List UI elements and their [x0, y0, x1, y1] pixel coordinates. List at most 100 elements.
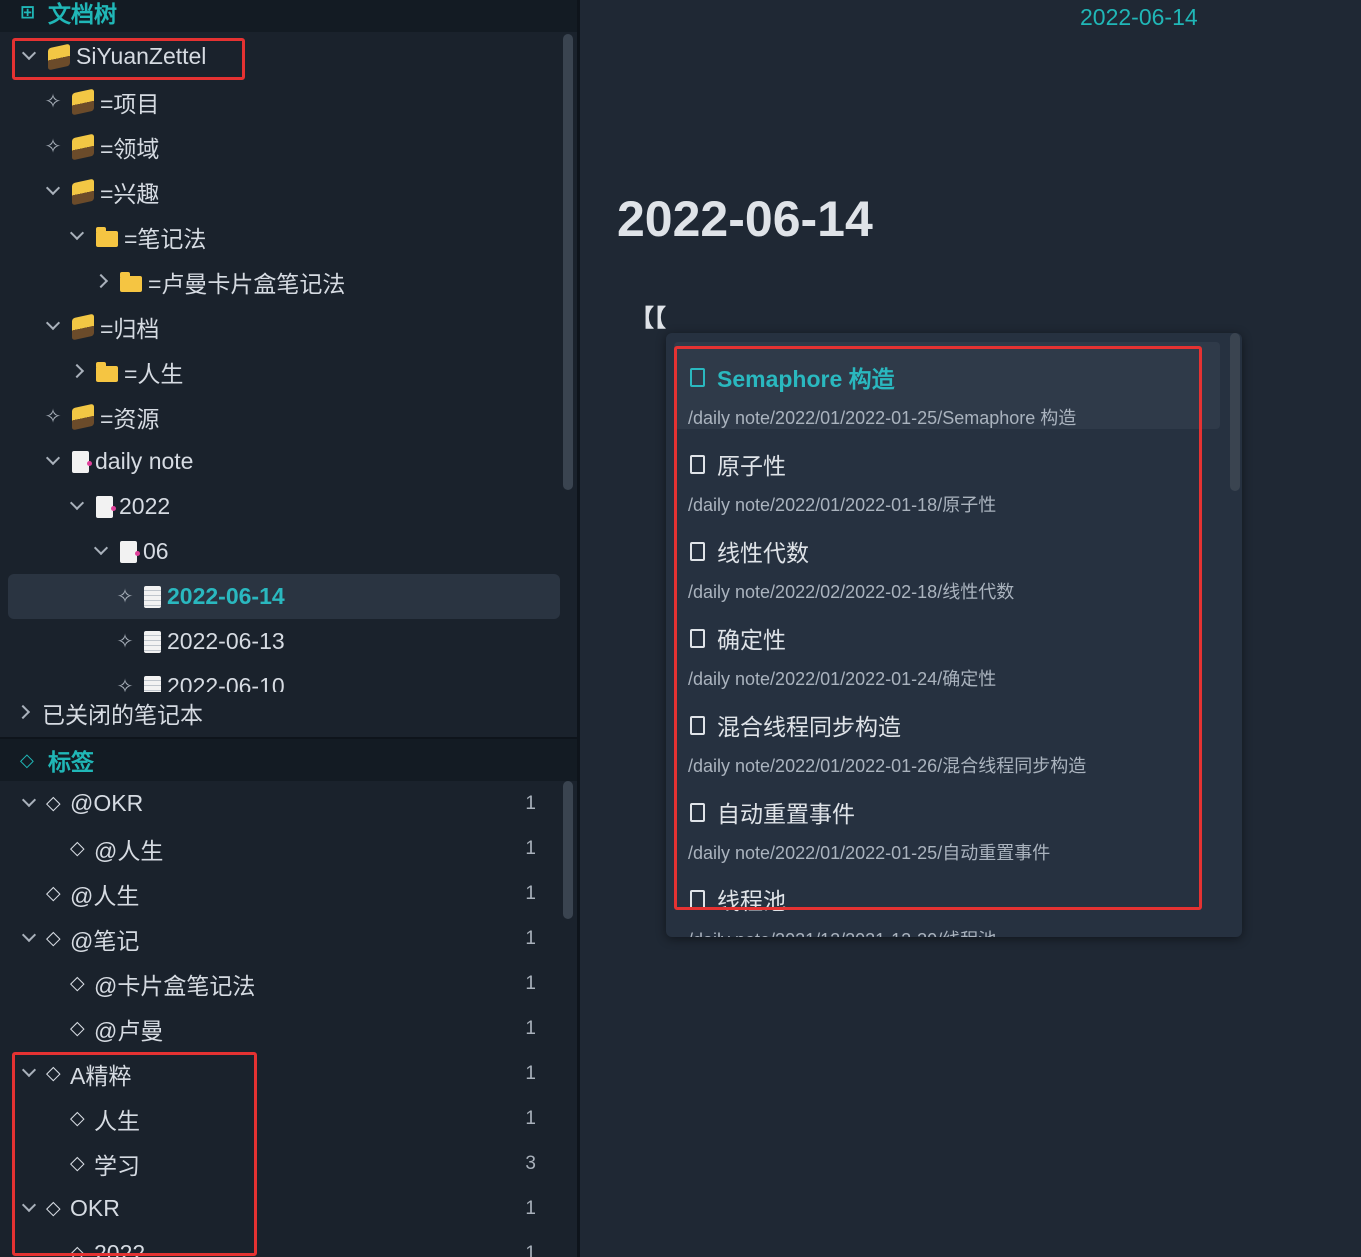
- chevron-down-icon[interactable]: [18, 795, 40, 813]
- tree-item[interactable]: 2022: [8, 484, 560, 529]
- file-icon: [690, 628, 705, 648]
- chevron-right-icon[interactable]: [90, 273, 112, 291]
- hint-item-title: Semaphore 构造: [690, 360, 895, 394]
- tag-label: @卡片盒笔记法: [94, 972, 256, 999]
- chevron-down-icon[interactable]: [42, 318, 64, 336]
- tag-icon: ◇: [20, 749, 34, 770]
- tag-icon: ◇: [46, 928, 61, 949]
- notebook-icon: [72, 88, 94, 115]
- chevron-down-icon[interactable]: [18, 1200, 40, 1218]
- tag-item[interactable]: ◇ A精粹 1: [8, 1051, 560, 1096]
- hint-item-path: /daily note/2022/01/2022-01-24/确定性: [688, 669, 997, 689]
- chevron-down-icon[interactable]: [90, 543, 112, 561]
- chevron-down-icon[interactable]: [18, 930, 40, 948]
- tag-label: @卢曼: [94, 1017, 164, 1044]
- tree-item-label: =笔记法: [124, 225, 207, 252]
- tree-item[interactable]: =人生: [8, 349, 560, 394]
- tree-item[interactable]: =归档: [8, 304, 560, 349]
- doctree-header[interactable]: ⊞ 文档树: [0, 0, 577, 32]
- tag-count: 1: [525, 792, 536, 814]
- sparkle-icon[interactable]: [42, 404, 64, 429]
- tag-tree: ◇ @OKR 1 ◇ @人生 1 ◇ @人生 1 ◇ @笔记 1 ◇ @卡片盒笔记法 1 ◇ @卢曼 1 ◇ A精粹 1…: [8, 781, 560, 1257]
- closed-notebooks-toggle[interactable]: 已关闭的笔记本: [12, 692, 564, 734]
- chevron-down-icon[interactable]: [42, 453, 64, 471]
- tags-scrollbar[interactable]: [563, 781, 573, 919]
- sidebar: ⊞ 文档树 SiYuanZettel =项目 =领域 =兴趣 =笔记法 =卢曼卡片盒笔记法…: [0, 0, 577, 1257]
- chevron-down-icon[interactable]: [18, 48, 40, 66]
- document-icon: [96, 495, 116, 518]
- tag-item[interactable]: ◇ @卡片盒笔记法 1: [8, 961, 560, 1006]
- hint-item[interactable]: 混合线程同步构造/daily note/2022/01/2022-01-26/混…: [674, 690, 1220, 777]
- hint-item[interactable]: 原子性/daily note/2022/01/2022-01-18/原子性: [674, 429, 1220, 516]
- tree-item-label: daily note: [95, 448, 194, 474]
- sparkle-icon[interactable]: [42, 134, 64, 159]
- tree-item[interactable]: 2022-06-13: [8, 619, 560, 664]
- notebook-icon: [72, 313, 94, 340]
- tag-item[interactable]: ◇ @人生 1: [8, 871, 560, 916]
- tree-item[interactable]: =兴趣: [8, 169, 560, 214]
- document-title[interactable]: 2022-06-14: [617, 190, 873, 248]
- hint-item-title: 确定性: [690, 621, 786, 655]
- editor-input-text[interactable]: 【【: [630, 298, 666, 333]
- chevron-down-icon[interactable]: [66, 228, 88, 246]
- tag-item[interactable]: ◇ @笔记 1: [8, 916, 560, 961]
- tree-item-label: 2022-06-10: [167, 673, 285, 692]
- tree-item[interactable]: SiYuanZettel: [8, 34, 560, 79]
- document-icon: [120, 540, 140, 563]
- hint-item[interactable]: 线程池/daily note/2021/12/2021-12-30/线程池: [674, 864, 1220, 937]
- tag-item[interactable]: ◇ 2022 1: [8, 1231, 560, 1257]
- tree-item[interactable]: 06: [8, 529, 560, 574]
- file-icon: [690, 715, 705, 735]
- tag-label: 2022: [94, 1240, 146, 1257]
- hint-item[interactable]: Semaphore 构造/daily note/2022/01/2022-01-…: [674, 342, 1220, 429]
- tag-icon: ◇: [70, 973, 85, 994]
- chevron-right-icon[interactable]: [66, 363, 88, 381]
- chevron-down-icon[interactable]: [18, 1065, 40, 1083]
- page-icon: [144, 630, 161, 653]
- hint-item[interactable]: 确定性/daily note/2022/01/2022-01-24/确定性: [674, 603, 1220, 690]
- breadcrumb-date[interactable]: 2022-06-14: [1080, 4, 1198, 31]
- tag-count: 1: [525, 1062, 536, 1084]
- tag-icon: ◇: [46, 1063, 61, 1084]
- chevron-down-icon[interactable]: [42, 183, 64, 201]
- tree-item[interactable]: 2022-06-10: [8, 664, 560, 692]
- tag-label: @人生: [70, 882, 140, 909]
- tag-item[interactable]: ◇ @OKR 1: [8, 781, 560, 826]
- sparkle-icon[interactable]: [114, 629, 136, 654]
- hint-item[interactable]: 线性代数/daily note/2022/02/2022-02-18/线性代数: [674, 516, 1220, 603]
- tree-item[interactable]: =项目: [8, 79, 560, 124]
- sparkle-icon[interactable]: [42, 89, 64, 114]
- tag-item[interactable]: ◇ OKR 1: [8, 1186, 560, 1231]
- sparkle-icon[interactable]: [114, 584, 136, 609]
- tree-item[interactable]: 2022-06-14: [8, 574, 560, 619]
- tag-count: 1: [525, 837, 536, 859]
- doctree-title: 文档树: [48, 1, 117, 27]
- sparkle-icon[interactable]: [114, 674, 136, 692]
- folder-icon: [96, 361, 118, 382]
- tag-item[interactable]: ◇ 学习 3: [8, 1141, 560, 1186]
- tags-header[interactable]: ◇ 标签: [0, 737, 577, 781]
- tree-item[interactable]: =卢曼卡片盒笔记法: [8, 259, 560, 304]
- doctree-scrollbar[interactable]: [563, 34, 573, 490]
- ref-hint-popup: Semaphore 构造/daily note/2022/01/2022-01-…: [666, 333, 1242, 937]
- chevron-down-icon[interactable]: [66, 498, 88, 516]
- closed-notebooks-label: 已关闭的笔记本: [42, 702, 203, 728]
- hint-scrollbar[interactable]: [1230, 333, 1240, 491]
- tag-label: @人生: [94, 837, 164, 864]
- tree-item[interactable]: =笔记法: [8, 214, 560, 259]
- tag-item[interactable]: ◇ @人生 1: [8, 826, 560, 871]
- tag-count: 1: [525, 1197, 536, 1219]
- tag-label: OKR: [70, 1195, 120, 1221]
- file-icon: [690, 367, 705, 387]
- tag-item[interactable]: ◇ 人生 1: [8, 1096, 560, 1141]
- tree-item-label: =兴趣: [100, 180, 160, 207]
- tree-item[interactable]: daily note: [8, 439, 560, 484]
- tree-item-label: 2022-06-14: [167, 583, 285, 609]
- doctree-icon: ⊞: [20, 1, 36, 22]
- tree-item[interactable]: =资源: [8, 394, 560, 439]
- tree-item[interactable]: =领域: [8, 124, 560, 169]
- hint-item[interactable]: 自动重置事件/daily note/2022/01/2022-01-25/自动重…: [674, 777, 1220, 864]
- tag-item[interactable]: ◇ @卢曼 1: [8, 1006, 560, 1051]
- hint-item-title: 混合线程同步构造: [690, 708, 901, 742]
- tag-count: 1: [525, 1242, 536, 1257]
